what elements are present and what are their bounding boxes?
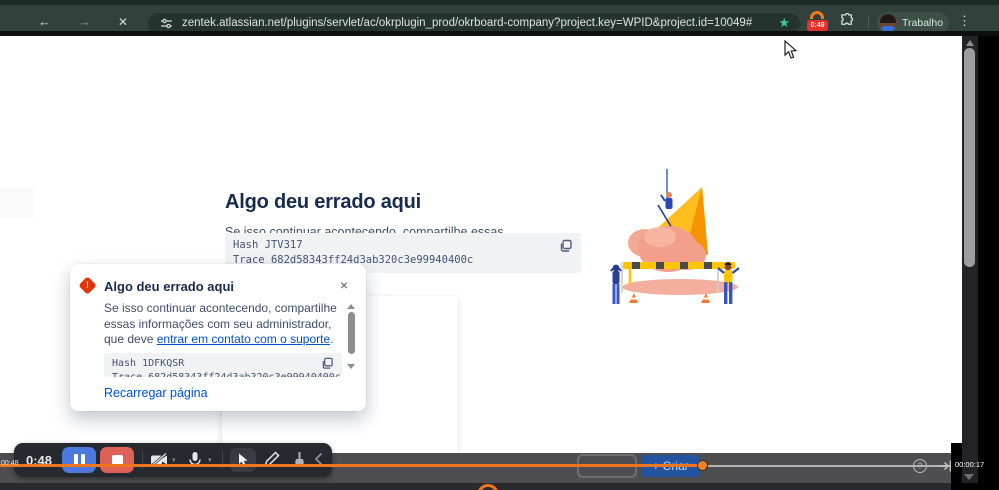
help-icon[interactable]: ?: [913, 459, 927, 473]
page-title: Algo deu errado aqui: [225, 191, 422, 213]
forward-icon[interactable]: →: [78, 14, 91, 30]
browser-menu-icon[interactable]: ⋮: [958, 13, 971, 29]
recorder-extension-icon[interactable]: 0:49: [806, 11, 830, 32]
sidebar-remnant: [0, 188, 34, 218]
screen: ← → ✕ zentek.atlassian.net/plugins/servl…: [0, 0, 999, 490]
microphone-caret-icon[interactable]: ▾: [208, 456, 212, 464]
hash-value: JTV317: [264, 239, 303, 251]
timeline-progress[interactable]: [0, 464, 702, 467]
scrollbar-down-icon[interactable]: [964, 474, 974, 480]
dialog-body-end: .: [330, 332, 334, 346]
dialog-hash-trace-block: Hash 1DFKQSR Trace 682d58343ff24d3ab320c…: [104, 353, 342, 377]
pause-button[interactable]: [62, 447, 96, 473]
browser-toolbar: ← → ✕ zentek.atlassian.net/plugins/servl…: [0, 5, 999, 34]
bottom-strip: [0, 483, 953, 490]
error-illustration: [610, 169, 740, 304]
error-icon: !: [78, 276, 97, 295]
dialog-hash-line: Hash 1DFKQSR: [112, 358, 184, 369]
url-text[interactable]: zentek.atlassian.net/plugins/servlet/ac/…: [182, 17, 752, 29]
reload-page-link[interactable]: Recarregar página: [104, 386, 208, 400]
dialog-support-link[interactable]: entrar em contato com o suporte: [157, 332, 330, 346]
dialog-hash-label: Hash: [112, 358, 137, 369]
scrollbar-up-icon[interactable]: [966, 40, 974, 46]
dialog-body: Se isso continuar acontecendo, compartil…: [104, 301, 342, 348]
site-settings-icon[interactable]: [160, 17, 173, 30]
recorder-timer-badge: 0:49: [807, 20, 828, 31]
avatar-hair: [880, 14, 896, 23]
camera-caret-icon[interactable]: ▾: [172, 456, 176, 464]
dialog-title: Algo deu errado aqui: [104, 279, 235, 294]
error-dialog: ! Algo deu errado aqui × Se isso continu…: [70, 264, 366, 411]
profile-name: Trabalho: [902, 17, 944, 29]
mouse-cursor: [784, 40, 798, 59]
toolbar-divider: [868, 15, 869, 29]
dialog-trace-line: Trace 682d58343ff24d3ab320c3e99940400c: [112, 372, 341, 377]
dialog-copy-icon[interactable]: [321, 357, 334, 370]
back-icon[interactable]: ←: [38, 14, 51, 30]
hash-label: Hash: [233, 239, 259, 251]
recorder-toolbar: 0:48 ▾ ▾: [14, 443, 332, 477]
copy-icon[interactable]: [559, 239, 573, 253]
avatar: [879, 14, 897, 32]
close-icon[interactable]: ×: [340, 277, 348, 293]
hash-line: Hash JTV317: [233, 239, 303, 251]
recorder-arc-icon: [810, 11, 824, 19]
playhead[interactable]: [697, 460, 708, 471]
bookmark-star-icon[interactable]: ★: [778, 15, 790, 31]
stop-loading-icon[interactable]: ✕: [118, 14, 128, 30]
extensions-icon[interactable]: [840, 13, 855, 28]
dialog-hash-value: 1DFKQSR: [142, 358, 185, 369]
scrollbar-thumb[interactable]: [964, 48, 975, 267]
duration-label: 00:48: [1, 460, 19, 467]
dialog-scrollbar[interactable]: [348, 312, 355, 354]
dialog-trace-value: 682d58343ff24d3ab320c3e99940400c: [148, 372, 341, 377]
dialog-trace-label: Trace: [112, 372, 142, 377]
scroll-down-icon[interactable]: [347, 364, 355, 369]
current-time-label: 00:00:17: [955, 460, 985, 469]
stop-button[interactable]: [100, 447, 134, 473]
error-exclamation: !: [86, 280, 89, 290]
scroll-up-icon[interactable]: [347, 304, 355, 309]
cursor-tool-button[interactable]: [230, 448, 256, 472]
